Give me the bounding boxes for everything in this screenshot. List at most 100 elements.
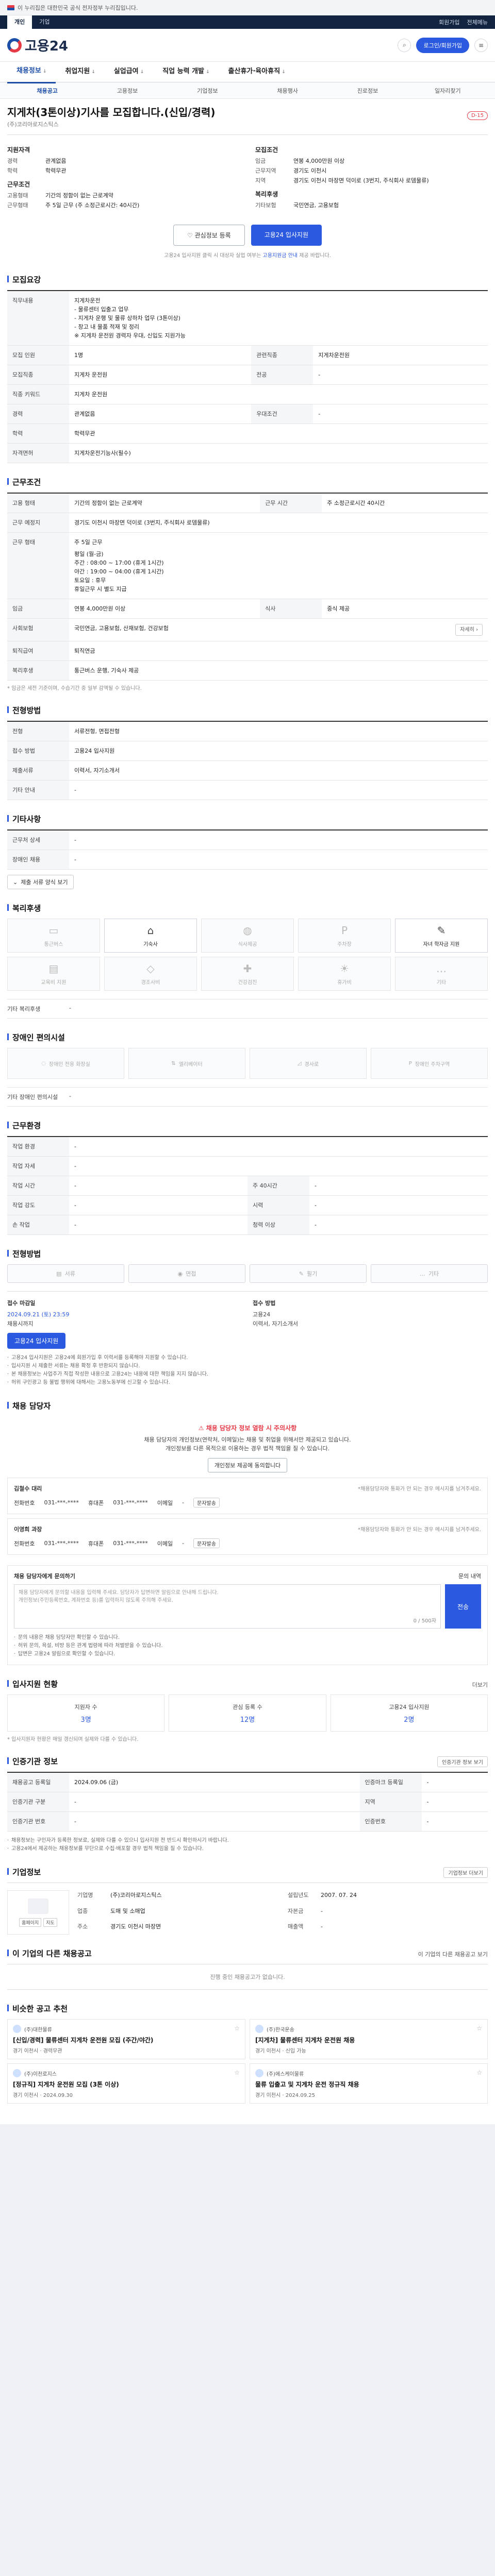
other-jobs-link[interactable]: 이 기업의 다른 채용공고 보기 [418,1950,488,1958]
subnav-item[interactable]: 일자리찾기 [408,87,488,95]
subnav-item[interactable]: 채용행사 [248,87,327,95]
inquiry-textarea[interactable]: 채용 담당자에게 문의할 내용을 입력해 주세요. 담당자가 답변하면 알림으로… [14,1584,441,1629]
company-row: 자본금 - [288,1907,323,1914]
welfare-item: ⌂ 기숙사 [104,919,197,953]
subnav-item[interactable]: 고용정보 [87,87,167,95]
company-name[interactable]: (주)코리아로지스틱스 [7,120,488,128]
facility-item: ⇅ 엘리베이터 [128,1048,245,1079]
more-link[interactable]: 더보기 [472,1681,488,1689]
nav-jobs[interactable]: 채용정보 ↓ [7,61,56,83]
apply-button[interactable]: 고용24 입사지원 [251,225,322,246]
subnav-item[interactable]: 기업정보 [168,87,248,95]
tab-company[interactable]: 기업 [32,15,57,29]
table-row: 손 작업 - 청력 이상 - [7,1215,488,1235]
nav-support[interactable]: 취업지원 ↓ [56,61,104,82]
facility-item: P 장애인 주차구역 [371,1048,488,1079]
stat-card: 고용24 입사지원 2명 [330,1694,488,1732]
welfare-item: … 기타 [395,957,488,991]
star-icon[interactable]: ☆ [234,2069,240,2076]
sms-button[interactable]: 문자발송 [193,1498,220,1507]
star-icon[interactable]: ☆ [476,2069,482,2076]
header: 고용24 ⌕ 로그인/회원가입 ≡ [0,29,495,62]
elevator-icon: ⇅ [171,1060,176,1066]
nav-training[interactable]: 직업 능력 개발 ↓ [153,61,219,82]
company-more-button[interactable]: 기업정보 더보기 [443,1867,488,1878]
list-item[interactable]: ☆ (주)대한물류 [신입/경력] 물류센터 지게차 운전원 모집 (주간/야간… [7,2019,245,2059]
tab-personal[interactable]: 개인 [7,15,32,29]
table-row: 작업 시간 - 주 40시간 - [7,1176,488,1196]
work-table: 고용 형태 기간의 정함이 없는 근로계약 근무 시간 주 소정근로시간 40시간 … [7,493,488,681]
detail-button[interactable]: 자세히 › [455,624,483,636]
form-toggle-button[interactable]: ⌄ 제출 서류 양식 보기 [7,875,74,889]
cert-table: 채용공고 등록일 2024.09.06 (금) 인증마크 등록일 - 인증기관 구분 -… [7,1772,488,1832]
signup-link[interactable]: 회원가입 [439,18,459,26]
contact-card: 이영희 과장 *채용담당자와 통화가 안 되는 경우 메시지를 남겨주세요. 전화… [7,1518,488,1555]
apply-button[interactable]: 고용24 입사지원 [7,1333,66,1349]
table-row: 채용공고 등록일 2024.09.06 (금) 인증마크 등록일 - [7,1772,488,1792]
logo-icon [7,38,22,53]
subsidy-link[interactable]: 고용지원금 안내 [263,253,298,259]
deadline-value: 2024.09.21 (토) 23:59 [7,1311,70,1318]
list-item[interactable]: ☆ (주)이천로지스 [정규직] 지게차 운전원 모집 (3톤 이상) 경기 이… [7,2063,245,2104]
menu-icon[interactable]: ≡ [474,38,488,52]
section-title: 기업정보 [7,1867,41,1877]
restroom-icon: ◌ [41,1060,46,1066]
subnav-item[interactable]: 진로정보 [327,87,407,95]
summary-group-title: 복리후생 [255,191,278,198]
parking-icon: P [341,924,348,937]
star-icon[interactable]: ☆ [234,2025,240,2032]
disabled-etc: 기타 장애인 편의시설 - [7,1087,488,1107]
welfare-value: 통근버스 운행, 기숙사 제공 [69,660,488,681]
consent-button[interactable]: 개인정보 제공에 동의합니다 [207,1458,288,1472]
welfare-grid: ▭ 통근버스 ⌂ 기숙사 ◍ 식사제공 P 주차장 ✎ 자녀 학자금 지원 ▤ 교육비 지원… [7,919,488,991]
company-logo: 홈페이지 지도 [7,1890,69,1935]
company-row: 주소 경기도 이천시 마장면 [77,1923,161,1930]
summary: 지원자격 경력 관계없음 학력 학력무관 근무조건 고용형태 기간의 정함이 없는 근… [7,134,488,210]
table-row: 장애인 채용 - [7,850,488,870]
health-icon: ✚ [243,962,252,975]
summary-group-title: 근무조건 [7,181,30,188]
homepage-button[interactable]: 홈페이지 [19,1918,42,1927]
table-row: 경력 관계없음 우대조건 - [7,404,488,424]
inquiry-history-link[interactable]: 문의 내역 [458,1572,481,1580]
all-menu-link[interactable]: 전체메뉴 [467,18,488,26]
section-title: 전형방법 [7,1248,488,1259]
gift-icon: ◇ [146,962,155,975]
avatar [255,2025,263,2033]
user-type-tabs: 개인 기업 [7,15,57,29]
step-item: … 기타 [371,1264,488,1283]
table-row: 작업 환경 - [7,1137,488,1157]
summary-row: 경력 관계없음 [7,158,67,164]
summary-row: 학력 학력무관 [7,167,67,174]
facility-item: ◌ 장애인 전용 화장실 [7,1048,124,1079]
map-button[interactable]: 지도 [43,1918,57,1927]
cert-info-button[interactable]: 인증기관 정보 보기 [437,1756,488,1767]
site-logo[interactable]: 고용24 [7,36,68,55]
recruit-table: 직무내용 지게차운전 - 물류센터 입출고 업무 - 지게차 운행 및 물류 상… [7,290,488,463]
table-row: 인증기관 구분 - 지역 - [7,1792,488,1812]
disabled-grid: ◌ 장애인 전용 화장실 ⇅ 엘리베이터 ◿ 경사로 P 장애인 주차구역 [7,1048,488,1079]
subnav-item[interactable]: 채용공고 [7,87,87,95]
nav-benefit[interactable]: 실업급여 ↓ [105,61,153,82]
sms-button[interactable]: 문자발송 [193,1538,220,1548]
more-icon: … [419,1270,425,1277]
list-item[interactable]: ☆ (주)에스케이물류 물류 입출고 및 지게차 운전 정규직 채용 경기 이천… [250,2063,488,2104]
image-icon [28,1898,48,1914]
login-button[interactable]: 로그인/회원가입 [416,37,469,53]
list-item[interactable]: ☆ (주)한국운송 [지게차] 물류센터 지게차 운전원 채용 경기 이천시 ·… [250,2019,488,2059]
scrap-button[interactable]: ♡ 관심정보 등록 [173,225,245,246]
welfare-etc: 기타 복리후생 - [7,999,488,1019]
summary-row: 고용형태 기간의 정함이 없는 근로계약 [7,192,113,199]
send-button[interactable]: 전송 [445,1584,481,1629]
table-row: 근무처 상세 - [7,830,488,850]
welfare-item: P 주차장 [298,919,391,953]
company-info: 홈페이지 지도 기업명 (주)코리아로지스틱스 설립년도 2007. 07. 24 … [7,1883,488,1935]
stat-card: 지원자 수 3명 [7,1694,165,1732]
welfare-item: ◇ 경조사비 [104,957,197,991]
vacation-icon: ☀ [340,962,349,975]
avatar [13,2069,21,2077]
bus-icon: ▭ [48,924,59,937]
nav-leave[interactable]: 출산휴가·육아휴직 ↓ [219,61,295,82]
star-icon[interactable]: ☆ [476,2025,482,2032]
search-icon[interactable]: ⌕ [398,38,411,52]
